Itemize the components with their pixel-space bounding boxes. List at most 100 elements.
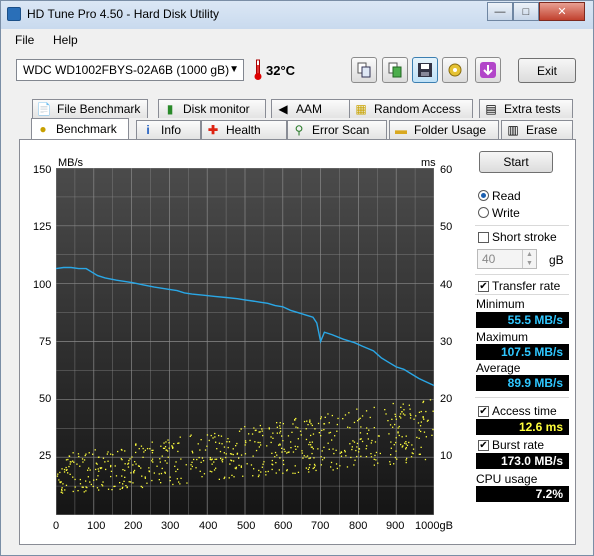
tab-benchmark[interactable]: ● Benchmark <box>31 118 129 139</box>
access-time-point <box>159 461 161 463</box>
access-time-point <box>135 463 137 465</box>
access-time-point <box>101 484 103 486</box>
access-time-point <box>328 432 330 434</box>
tab-error-scan[interactable]: ⚲ Error Scan <box>287 120 387 139</box>
title-bar[interactable]: HD Tune Pro 4.50 - Hard Disk Utility — □… <box>1 1 593 29</box>
minimize-button[interactable]: — <box>487 2 513 21</box>
access-time-point <box>173 443 175 445</box>
copy-text-button[interactable] <box>351 57 377 83</box>
menu-help[interactable]: Help <box>53 33 78 47</box>
tab-erase[interactable]: ▥ Erase <box>501 120 573 139</box>
access-time-point <box>282 459 284 462</box>
tab-health[interactable]: ✚ Health <box>201 120 287 139</box>
access-time-point <box>262 463 264 465</box>
cpu-usage-label: CPU usage <box>476 472 538 486</box>
short-stroke-stepper[interactable]: 40 ▲ ▼ <box>477 249 537 269</box>
access-time-point <box>56 475 59 477</box>
access-time-point <box>342 418 344 420</box>
access-time-point <box>221 461 224 463</box>
download-button[interactable] <box>475 57 501 83</box>
access-time-point <box>124 469 126 472</box>
tab-random-access[interactable]: ▦ Random Access <box>349 99 473 118</box>
access-time-point <box>332 469 334 471</box>
access-time-point <box>292 423 294 425</box>
access-time-point <box>235 445 237 447</box>
access-time-point <box>353 464 355 466</box>
tab-file-benchmark[interactable]: 📄 File Benchmark <box>32 99 148 118</box>
copy-screenshot-button[interactable] <box>382 57 408 83</box>
access-time-point <box>236 452 239 454</box>
access-time-point <box>267 470 269 473</box>
access-time-point <box>197 443 199 445</box>
access-time-point <box>180 477 182 479</box>
access-time-point <box>67 472 69 474</box>
access-time-point <box>218 442 221 444</box>
access-time-point <box>425 436 427 438</box>
tab-extra-tests[interactable]: ▤ Extra tests <box>479 99 573 118</box>
tab-label: Info <box>161 123 182 137</box>
access-time-point <box>306 455 309 457</box>
tab-disk-monitor[interactable]: ▮ Disk monitor <box>158 99 266 118</box>
access-time-point <box>317 448 319 450</box>
drive-select[interactable]: WDC WD1002FBYS-02A6B (1000 gB) ▼ <box>16 59 244 81</box>
access-time-point <box>377 435 380 437</box>
access-time-point <box>260 471 262 473</box>
access-time-point <box>191 450 193 452</box>
access-time-point <box>124 463 126 465</box>
access-time-point <box>356 455 358 458</box>
access-time-point <box>78 455 80 458</box>
x-tick: 600 <box>274 520 293 532</box>
transfer-rate-checkbox[interactable]: ✔ <box>478 281 489 292</box>
access-time-point <box>305 438 308 441</box>
access-time-point <box>169 480 171 482</box>
access-time-point <box>229 453 232 455</box>
access-time-point <box>190 464 192 466</box>
access-time-point <box>405 461 407 464</box>
access-time-point <box>111 489 113 491</box>
access-time-point <box>398 434 400 437</box>
access-time-point <box>294 472 296 474</box>
access-time-point <box>344 414 347 416</box>
access-time-point <box>165 441 167 443</box>
access-time-point <box>356 442 359 445</box>
access-time-checkbox[interactable]: ✔ <box>478 406 489 417</box>
access-time-point <box>127 463 129 465</box>
access-time-point <box>331 439 333 441</box>
tab-folder-usage[interactable]: ▬ Folder Usage <box>389 120 499 139</box>
access-time-point <box>358 448 361 450</box>
minimum-label: Minimum <box>476 297 525 311</box>
stepper-arrows-icon[interactable]: ▲ ▼ <box>522 250 536 268</box>
exit-button[interactable]: Exit <box>518 58 576 83</box>
access-time-point <box>65 484 68 486</box>
tab-info[interactable]: i Info <box>136 120 201 139</box>
access-time-point <box>98 470 100 472</box>
y-left-tick: 150 <box>33 164 52 176</box>
start-button[interactable]: Start <box>479 151 553 173</box>
tab-label: Benchmark <box>56 122 117 136</box>
access-time-point <box>122 483 124 485</box>
burst-rate-checkbox[interactable]: ✔ <box>478 440 489 451</box>
access-time-point <box>235 466 237 468</box>
access-time-point <box>102 457 105 459</box>
access-time-point <box>276 454 278 456</box>
cpu-usage-value: 7.2% <box>476 486 569 502</box>
options-button[interactable] <box>442 57 468 83</box>
access-time-point <box>212 437 214 439</box>
access-time-point <box>74 486 76 488</box>
tab-aam[interactable]: ◀ AAM <box>271 99 351 118</box>
access-time-point <box>361 440 364 443</box>
access-time-point <box>186 482 188 484</box>
save-button[interactable] <box>412 57 438 83</box>
access-time-point <box>308 443 310 446</box>
access-time-point <box>394 415 397 418</box>
close-button[interactable]: ✕ <box>539 2 585 21</box>
menu-file[interactable]: File <box>15 33 34 47</box>
access-time-point <box>310 444 312 446</box>
access-time-point <box>215 441 217 443</box>
access-time-point <box>95 478 98 481</box>
write-radio[interactable] <box>478 207 489 218</box>
access-time-point <box>311 441 313 443</box>
read-radio[interactable] <box>478 190 489 201</box>
maximize-button[interactable]: □ <box>513 2 539 21</box>
short-stroke-checkbox[interactable] <box>478 232 489 243</box>
